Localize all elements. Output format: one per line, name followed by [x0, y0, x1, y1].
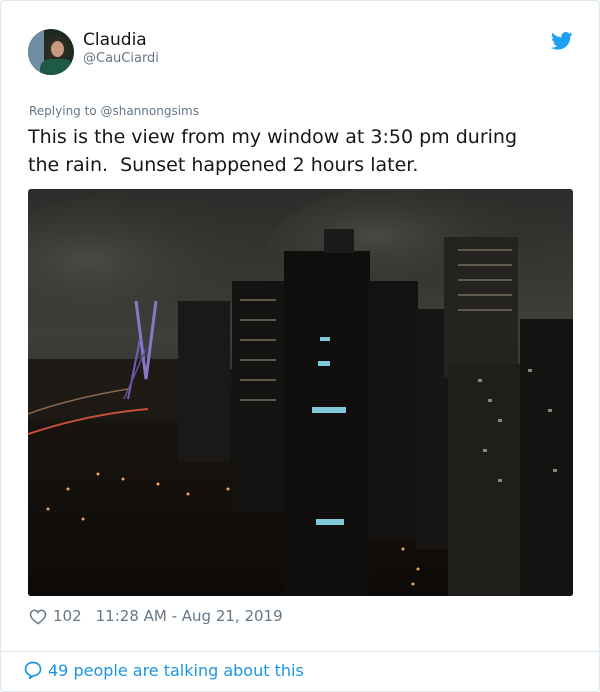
heart-icon[interactable] — [29, 608, 47, 625]
avatar[interactable] — [28, 29, 74, 75]
tweet-card: Claudia @CauCiardi Replying to @shannong… — [0, 0, 600, 692]
speech-bubble-icon — [24, 661, 42, 680]
author-name[interactable]: Claudia — [83, 30, 147, 50]
replying-to: Replying to @shannongsims — [29, 104, 199, 118]
replying-prefix: Replying to — [29, 104, 101, 118]
like-count[interactable]: 102 — [53, 607, 82, 625]
tweet-meta: 102 11:28 AM - Aug 21, 2019 — [29, 607, 283, 625]
timestamp[interactable]: 11:28 AM - Aug 21, 2019 — [96, 607, 283, 625]
twitter-bird-icon[interactable] — [551, 32, 573, 50]
replying-to-link[interactable]: @shannongsims — [100, 104, 199, 118]
conversation-link[interactable]: 49 people are talking about this — [23, 660, 304, 680]
author-handle[interactable]: @CauCiardi — [83, 51, 159, 66]
conversation-text[interactable]: 49 people are talking about this — [48, 661, 304, 680]
tweet-text: This is the view from my window at 3:50 … — [28, 126, 518, 176]
tweet-photo[interactable] — [28, 189, 573, 596]
divider — [1, 651, 599, 652]
